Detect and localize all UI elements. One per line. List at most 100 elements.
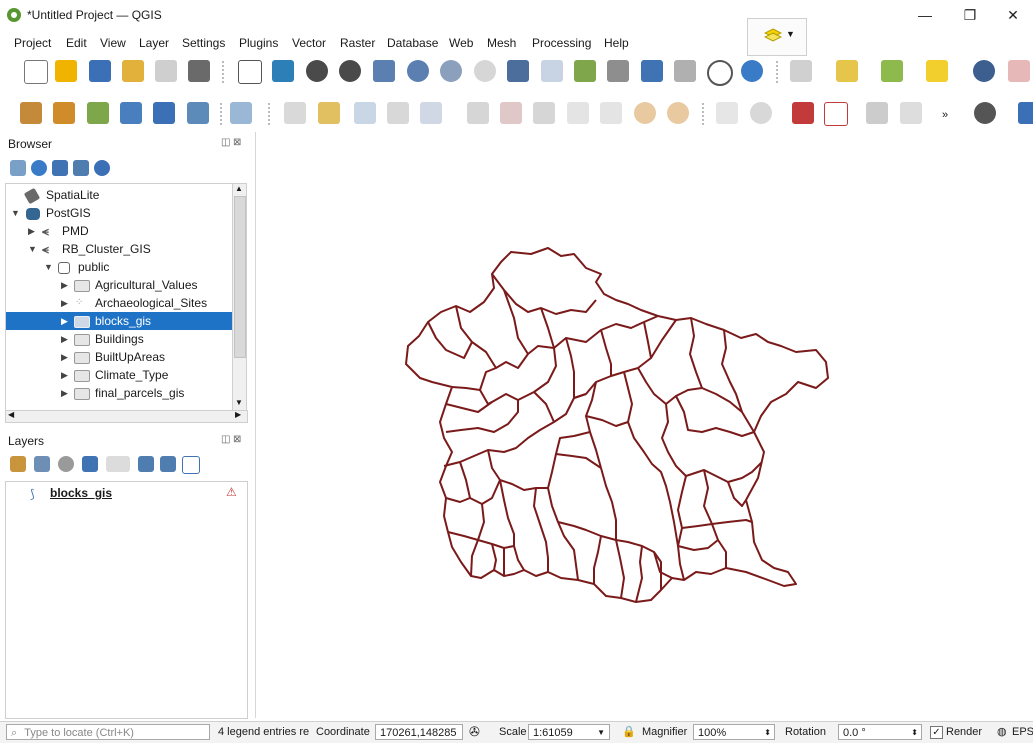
chevron-right-icon[interactable]: ▶ (61, 366, 68, 384)
float-panel-icon[interactable]: ◫ (221, 434, 230, 445)
deselect-icon[interactable] (881, 60, 903, 82)
spin-arrows-icon[interactable]: ⬍ (764, 725, 771, 741)
tree-item-public[interactable]: ▼ public (6, 258, 234, 276)
add-vector-layer-icon[interactable] (53, 102, 75, 124)
filter-icon[interactable] (52, 160, 68, 176)
chevron-down-icon[interactable]: ▼ (44, 258, 53, 276)
label-toolbar-icon[interactable] (716, 102, 738, 124)
chevron-down-icon[interactable]: ▼ (11, 204, 20, 222)
tree-item-blocks-gis[interactable]: ▶ blocks_gis (6, 312, 234, 330)
add-feature-icon[interactable] (387, 102, 409, 124)
zoom-native-icon[interactable] (474, 60, 496, 82)
menu-help[interactable]: Help (604, 36, 629, 50)
scroll-up-icon[interactable]: ▲ (235, 184, 243, 193)
chevron-down-icon[interactable]: ▼ (28, 240, 37, 258)
toolbar-overflow-chevron-icon[interactable]: » (942, 109, 948, 121)
add-delimited-text-icon[interactable] (87, 102, 109, 124)
expand-all-icon[interactable] (138, 456, 154, 472)
crs-globe-icon[interactable]: ◍ (997, 725, 1007, 738)
save-layer-edits-icon[interactable] (354, 102, 376, 124)
collapse-all-icon[interactable] (160, 456, 176, 472)
pin-labels-icon[interactable] (750, 102, 772, 124)
new-temporary-layer-icon[interactable] (187, 102, 209, 124)
warning-icon[interactable]: ⚠ (226, 485, 237, 499)
tree-item-climate-type[interactable]: ▶ Climate_Type (6, 366, 234, 384)
scroll-down-icon[interactable]: ▼ (235, 398, 243, 407)
menu-web[interactable]: Web (449, 36, 473, 50)
new-geopackage-icon[interactable] (153, 102, 175, 124)
zoom-next-icon[interactable] (541, 60, 563, 82)
scale-combobox[interactable]: 1:61059 ▼ (528, 724, 610, 740)
plugin-icon[interactable] (1018, 102, 1033, 124)
filter-legend-icon[interactable] (82, 456, 98, 472)
chevron-right-icon[interactable]: ▶ (61, 294, 68, 312)
zoom-to-layer-icon[interactable] (440, 60, 462, 82)
menu-raster[interactable]: Raster (340, 36, 375, 50)
temporal-clock-icon[interactable] (707, 60, 733, 86)
tree-item-buildings[interactable]: ▶ Buildings (6, 330, 234, 348)
chevron-right-icon[interactable]: ▶ (61, 330, 68, 348)
chevron-right-icon[interactable]: ▶ (61, 348, 68, 366)
tree-item-agricultural-values[interactable]: ▶ Agricultural_Values (6, 276, 234, 294)
layer-styling-dropdown[interactable]: ▼ (747, 18, 807, 56)
map-canvas[interactable] (255, 132, 1033, 718)
show-bookmarks-icon[interactable] (674, 60, 696, 82)
zoom-full-icon[interactable] (373, 60, 395, 82)
tree-item-spatialite[interactable]: SpatiaLite (6, 186, 234, 205)
refresh-icon[interactable] (31, 160, 47, 176)
menu-plugins[interactable]: Plugins (239, 36, 278, 50)
tree-item-rb-cluster-gis[interactable]: ▼ ⪪ RB_Cluster_GIS (6, 240, 234, 258)
add-group-icon[interactable] (34, 456, 50, 472)
modify-attributes-icon[interactable] (467, 102, 489, 124)
float-panel-icon[interactable]: ◫ (221, 137, 230, 148)
attribute-table-icon[interactable] (1008, 60, 1030, 82)
select-by-value-icon[interactable] (836, 60, 858, 82)
lock-scale-icon[interactable]: 🔒 (622, 725, 636, 738)
tree-item-pmd[interactable]: ▶ ⪪ PMD (6, 222, 234, 240)
menu-settings[interactable]: Settings (182, 36, 225, 50)
select-features-icon[interactable] (790, 60, 812, 82)
scroll-right-icon[interactable]: ▶ (235, 410, 241, 419)
identify-icon[interactable] (973, 60, 995, 82)
abc-label-icon[interactable] (824, 102, 848, 126)
refresh-icon[interactable] (741, 60, 763, 82)
toggle-editing-icon[interactable] (318, 102, 340, 124)
virtual-layer-icon[interactable] (230, 102, 252, 124)
rotate-label-icon[interactable] (900, 102, 922, 124)
layout-manager-icon[interactable] (155, 60, 177, 82)
style-manager-icon[interactable] (188, 60, 210, 82)
paste-features-icon[interactable] (600, 102, 622, 124)
scrollbar-thumb[interactable] (234, 196, 246, 358)
visibility-eye-icon[interactable] (58, 456, 74, 472)
browser-horizontal-scrollbar[interactable]: ◀ ▶ (5, 410, 248, 423)
info-icon[interactable] (94, 160, 110, 176)
tree-item-final-parcels-gis[interactable]: ▶ final_parcels_gis (6, 384, 234, 402)
magnifier-spinbox[interactable]: 100% ⬍ (693, 724, 775, 740)
plugin-globe-icon[interactable] (974, 102, 996, 124)
data-source-manager-icon[interactable] (20, 102, 42, 124)
close-button[interactable]: ✕ (993, 4, 1033, 26)
scroll-left-icon[interactable]: ◀ (8, 410, 14, 419)
render-checkbox[interactable]: ✓ (930, 726, 943, 739)
add-selected-layers-icon[interactable] (10, 160, 26, 176)
new-shapefile-icon[interactable] (120, 102, 142, 124)
redo-icon[interactable] (667, 102, 689, 124)
open-project-icon[interactable] (55, 60, 77, 82)
zoom-to-selection-icon[interactable] (407, 60, 429, 82)
spin-arrows-icon[interactable]: ⬍ (911, 725, 918, 741)
cut-features-icon[interactable] (533, 102, 555, 124)
crs-label[interactable]: EPS (1012, 726, 1033, 738)
close-panel-icon[interactable]: ⊠ (233, 137, 241, 148)
new-print-layout-icon[interactable] (122, 60, 144, 82)
zoom-in-icon[interactable] (306, 60, 328, 82)
copy-features-icon[interactable] (567, 102, 589, 124)
zoom-out-icon[interactable] (339, 60, 361, 82)
remove-layer-icon[interactable] (182, 456, 200, 474)
chevron-right-icon[interactable]: ▶ (28, 222, 35, 240)
menu-processing[interactable]: Processing (532, 36, 591, 50)
layer-labeling-icon[interactable] (792, 102, 814, 124)
restore-button[interactable]: ❐ (950, 4, 990, 26)
delete-selected-icon[interactable] (500, 102, 522, 124)
menu-layer[interactable]: Layer (139, 36, 169, 50)
pan-to-selection-icon[interactable] (272, 60, 294, 82)
